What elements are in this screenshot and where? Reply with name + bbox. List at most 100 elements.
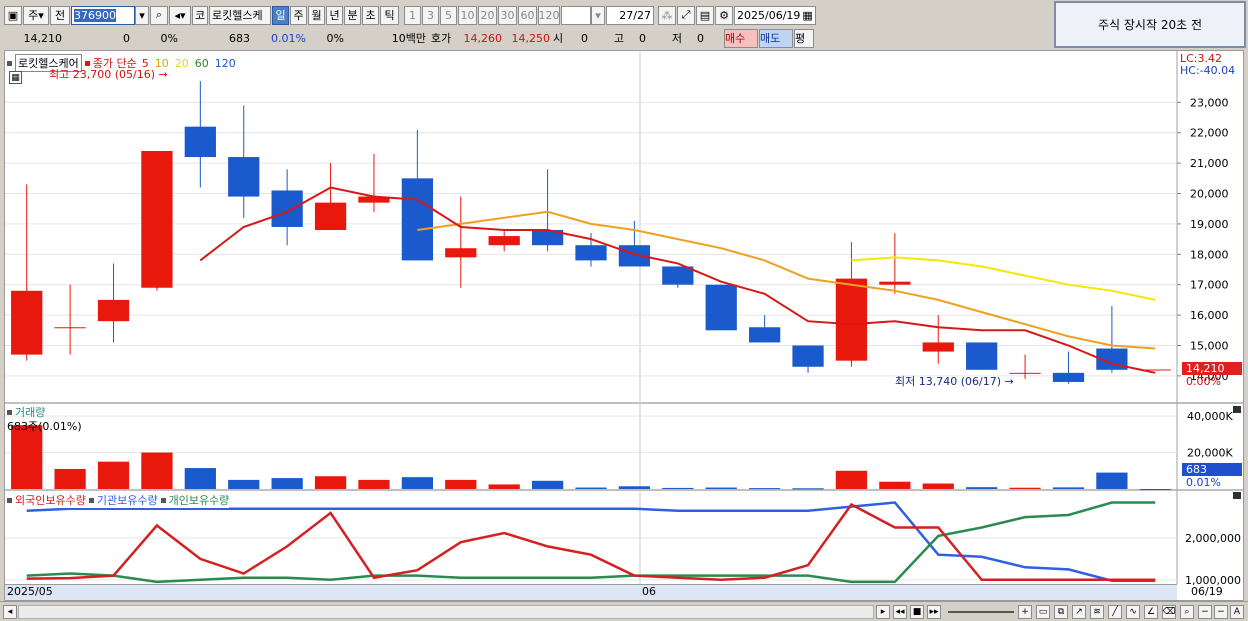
link-icon[interactable]: ⁂	[658, 5, 676, 25]
trend-icon[interactable]: ↗	[1072, 605, 1086, 619]
count-input[interactable]: 27/27	[606, 5, 654, 25]
candle-body	[97, 299, 130, 322]
count-total: /27	[633, 8, 651, 22]
high-annotation: 최고 23,700 (05/16) →	[49, 66, 168, 82]
rewind-icon[interactable]: ◂◂	[893, 605, 907, 619]
forward-icon[interactable]: ▸▸	[927, 605, 941, 619]
stop-icon[interactable]: ■	[910, 605, 924, 619]
high-annotation-text: 최고 23,700 (05/16)	[49, 68, 156, 81]
interval-60[interactable]: 60	[518, 5, 537, 25]
erase-icon[interactable]: ⌫	[1162, 605, 1176, 619]
candle-body	[1052, 372, 1085, 382]
zoom-out-icon[interactable]: −	[1198, 605, 1212, 619]
gear-icon[interactable]: ⚙	[715, 5, 733, 25]
zoom-slider[interactable]	[948, 611, 1014, 613]
legend-retail: 개인보유수량	[168, 494, 230, 507]
candle-body	[401, 178, 433, 261]
period-week[interactable]: 주	[290, 5, 307, 25]
period-second[interactable]: 초	[362, 5, 379, 25]
period-day[interactable]: 일	[272, 5, 289, 25]
interval-30[interactable]: 30	[498, 5, 517, 25]
interval-1[interactable]: 1	[404, 5, 421, 25]
period-year[interactable]: 년	[326, 5, 343, 25]
minus-icon[interactable]: −	[1214, 605, 1228, 619]
ask-label: 호가	[430, 32, 452, 45]
interval-custom-input[interactable]	[561, 5, 591, 25]
candle-body	[184, 126, 216, 158]
x-label-month: 06	[642, 585, 656, 598]
interval-120[interactable]: 120	[538, 5, 560, 25]
period-tick[interactable]: 틱	[380, 5, 399, 25]
market-open-notice: 주식 장시작 20초 전	[1054, 1, 1246, 48]
wave-icon[interactable]: ∿	[1126, 605, 1140, 619]
amount-unit: 10백만	[391, 32, 426, 45]
speaker-icon[interactable]: ◂▾	[169, 5, 191, 25]
search-icon[interactable]: ⌕	[150, 5, 168, 25]
candle-body	[271, 190, 303, 227]
eval-button[interactable]: 평	[794, 28, 814, 48]
crosshair-icon[interactable]: +	[1018, 605, 1032, 619]
candle-body	[835, 278, 868, 361]
candle-body	[966, 342, 998, 370]
price-tick-label: 16,000	[1190, 309, 1229, 322]
scroll-right-icon[interactable]: ▸	[876, 605, 890, 619]
calendar-icon[interactable]: ▦	[802, 9, 812, 22]
scroll-left-icon[interactable]: ◂	[3, 605, 17, 619]
copy-icon[interactable]: ⧉	[1054, 605, 1068, 619]
candle-body	[662, 266, 694, 285]
candle-body	[879, 281, 911, 285]
interval-5[interactable]: 5	[440, 5, 457, 25]
volume-bar	[879, 481, 911, 489]
interval-3[interactable]: 3	[422, 5, 439, 25]
volume-note: 683주(0.01%)	[7, 420, 82, 433]
period-minute[interactable]: 분	[344, 5, 361, 25]
price-tick-label: 15,000	[1190, 339, 1229, 352]
zoom-icon[interactable]: ⌕	[1180, 605, 1194, 619]
fibo-icon[interactable]: ≋	[1090, 605, 1104, 619]
price-tick-label: 22,000	[1190, 127, 1229, 140]
stock-code-input[interactable]: 376900	[71, 5, 135, 25]
last-price-tag: 14,210	[1182, 362, 1242, 375]
window-icon[interactable]: ▭	[1036, 605, 1050, 619]
layout-icon[interactable]: ▣	[4, 5, 22, 25]
legend-institution: 기관보유수량	[96, 494, 158, 507]
compare-button[interactable]: 전	[50, 5, 70, 25]
stock-name-field[interactable]: 로킷헬스케	[209, 5, 271, 25]
candle-body	[141, 150, 173, 288]
volume-bar	[184, 468, 216, 489]
line-icon[interactable]: ╱	[1108, 605, 1122, 619]
chart-area[interactable]: 23,000 22,000 21,000 20,000 19,000 18,000 17,0…	[4, 50, 1244, 601]
unit-select[interactable]: 주 ▾	[23, 5, 49, 25]
volume-bar	[575, 487, 607, 489]
table-icon[interactable]: ▦	[9, 71, 22, 84]
ma20-line	[851, 256, 1156, 301]
draw-tool-icon[interactable]: ⤢	[677, 5, 695, 25]
legend-ma120: 120	[214, 56, 236, 70]
stock-chart[interactable]: 23,000 22,000 21,000 20,000 19,000 18,000 17,0…	[5, 51, 1243, 600]
market-button[interactable]: 코	[192, 5, 208, 25]
volume-tick-label: 40,000K	[1187, 410, 1233, 423]
font-icon[interactable]: A	[1230, 605, 1244, 619]
foreign-holdings-line	[26, 502, 1156, 582]
sell-button[interactable]: 매도	[759, 28, 793, 48]
buy-button[interactable]: 매수	[724, 28, 758, 48]
date-input[interactable]: 2025/06/19 ▦	[734, 5, 816, 25]
interval-20[interactable]: 20	[478, 5, 497, 25]
volume-bar	[314, 476, 347, 489]
candle-body	[445, 248, 477, 258]
extra-percent: 0%	[326, 31, 344, 45]
angle-icon[interactable]: ∠	[1144, 605, 1158, 619]
save-icon[interactable]: ▤	[696, 5, 714, 25]
institution-holdings-line	[26, 501, 1156, 582]
panel-close-icon	[1233, 492, 1241, 499]
price-change: 0	[123, 31, 130, 45]
horizontal-scrollbar[interactable]	[18, 605, 874, 619]
legend-marker	[88, 497, 94, 503]
interval-dropdown-icon[interactable]: ▾	[591, 5, 605, 25]
code-dropdown-icon[interactable]: ▾	[135, 5, 149, 25]
period-month[interactable]: 월	[308, 5, 325, 25]
candle-body	[749, 327, 781, 343]
interval-10[interactable]: 10	[458, 5, 477, 25]
volume-bar	[922, 483, 954, 489]
x-axis	[5, 584, 1177, 600]
